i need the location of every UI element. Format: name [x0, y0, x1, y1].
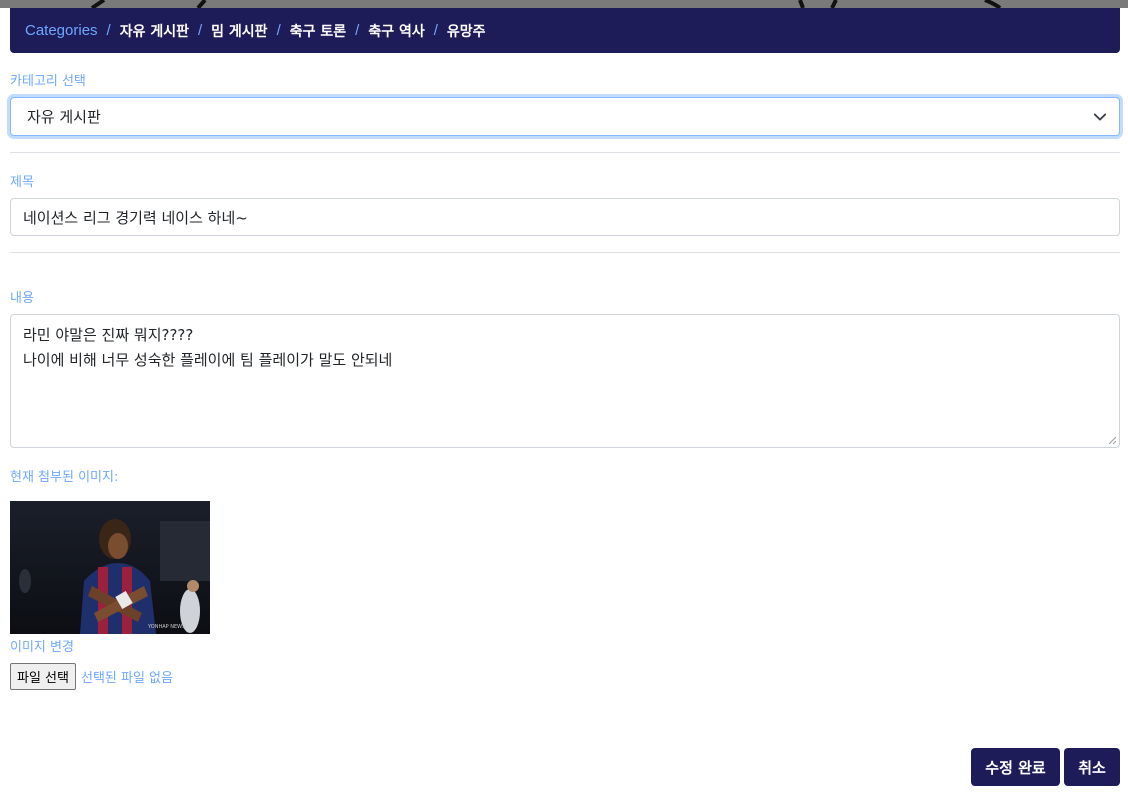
top-banner-strip [0, 0, 1128, 8]
breadcrumb-separator: / [198, 22, 203, 39]
breadcrumb-separator: / [276, 22, 281, 39]
chevron-down-icon [1093, 113, 1107, 120]
change-image-label: 이미지 변경 [10, 640, 74, 655]
current-image-label: 현재 첨부된 이미지: [10, 470, 119, 485]
file-input: 파일 선택 선택된 파일 없음 [10, 663, 173, 690]
breadcrumb-separator: / [433, 22, 438, 39]
breadcrumb-football-history[interactable]: 축구 역사 [368, 21, 424, 41]
breadcrumb-categories[interactable]: Categories [25, 22, 98, 39]
category-select[interactable]: 자유 게시판 [10, 97, 1120, 136]
title-label: 제목 [10, 175, 34, 190]
breadcrumb-free-board[interactable]: 자유 게시판 [120, 21, 189, 41]
content-label: 내용 [10, 291, 34, 306]
breadcrumb-prospects[interactable]: 유망주 [447, 21, 486, 41]
category-breadcrumb: Categories / 자유 게시판 / 밈 게시판 / 축구 토론 / 축구… [10, 8, 1120, 53]
section-divider [10, 152, 1120, 153]
breadcrumb-meme-board[interactable]: 밈 게시판 [211, 21, 267, 41]
file-select-button[interactable]: 파일 선택 [10, 663, 76, 690]
content-line: 라민 야말은 진짜 뭐지???? [23, 326, 194, 344]
content-textarea[interactable]: 라민 야말은 진짜 뭐지???? 나이에 비해 너무 성숙한 플레이에 팀 플레… [10, 314, 1120, 448]
cancel-button[interactable]: 취소 [1064, 748, 1120, 786]
section-divider [10, 252, 1120, 253]
file-status-text: 선택된 파일 없음 [80, 671, 173, 686]
content-line: 나이에 비해 너무 성숙한 플레이에 팀 플레이가 말도 안되네 [23, 351, 393, 369]
image-watermark: YONHAP NEWS [147, 624, 185, 630]
breadcrumb-separator: / [106, 22, 111, 39]
breadcrumb-separator: / [355, 22, 360, 39]
title-input[interactable]: 네이션스 리그 경기력 네이스 하네~ [10, 198, 1120, 236]
save-button[interactable]: 수정 완료 [971, 748, 1060, 786]
resize-handle-icon[interactable] [1107, 435, 1117, 445]
breadcrumb-football-debate[interactable]: 축구 토론 [290, 21, 346, 41]
category-selected-value: 자유 게시판 [27, 108, 101, 126]
attached-image: YONHAP NEWS [10, 501, 210, 634]
category-label: 카테고리 선택 [10, 74, 86, 89]
